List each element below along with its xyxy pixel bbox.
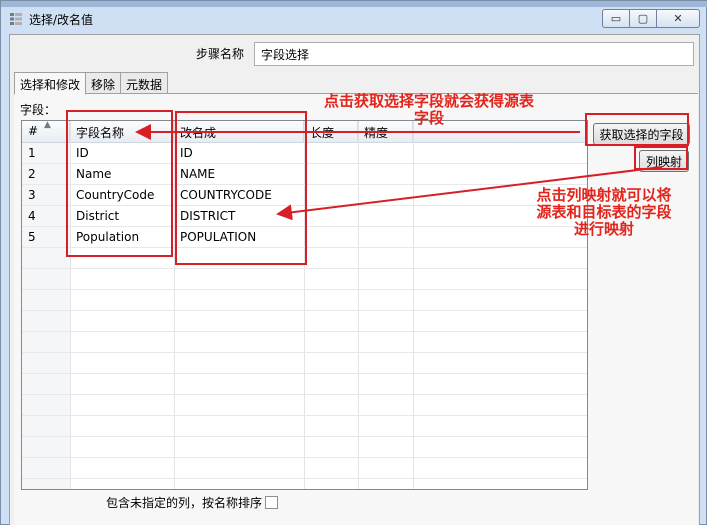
include-unspecified-checkbox[interactable] xyxy=(265,496,279,509)
row-number-cell: 4 xyxy=(28,209,36,223)
fields-table[interactable]: # ▲ 字段名称 改名成 长度 精度 1 ID ID 2 Name NAME 3 Countr… xyxy=(21,120,588,490)
table-row[interactable] xyxy=(22,248,587,269)
table-row[interactable]: 1 ID ID xyxy=(22,143,587,164)
table-row[interactable]: 2 Name NAME xyxy=(22,164,587,185)
window-title: 选择/改名值 xyxy=(29,13,94,27)
step-name-label: 步骤名称 xyxy=(196,47,245,61)
tab-bar: 选择和修改 移除 元数据 xyxy=(14,72,169,95)
table-row[interactable]: 5 Population POPULATION xyxy=(22,227,587,248)
table-row[interactable] xyxy=(22,395,587,416)
get-selected-fields-button[interactable]: 获取选择的字段 xyxy=(593,123,690,145)
table-row[interactable] xyxy=(22,437,587,458)
rename-cell[interactable]: POPULATION xyxy=(174,227,304,248)
dialog-app-icon xyxy=(10,13,22,25)
annotation-text-column-mapping: 点击列映射就可以将 源表和目标表的字段 进行映射 xyxy=(536,186,672,238)
row-number-cell: 2 xyxy=(28,167,36,181)
title-bar: 选择/改名值 ▭ ▢ ✕ xyxy=(1,7,707,31)
field-name-cell[interactable]: Population xyxy=(70,227,174,248)
maximize-button[interactable]: ▢ xyxy=(629,9,657,28)
fields-label: 字段： xyxy=(20,103,57,117)
column-header-rename[interactable]: 改名成 xyxy=(174,121,304,143)
table-row[interactable] xyxy=(22,332,587,353)
field-name-cell[interactable]: District xyxy=(70,206,174,227)
rename-cell[interactable]: ID xyxy=(174,143,304,164)
dialog-window: 选择/改名值 ▭ ▢ ✕ 步骤名称 选择和修改 移除 元数据 字段： # ▲ 字… xyxy=(0,0,707,525)
field-name-cell[interactable]: Name xyxy=(70,164,174,185)
include-unspecified-label: 包含未指定的列，按名称排序 xyxy=(106,496,263,510)
table-row[interactable] xyxy=(22,290,587,311)
column-header-number[interactable]: # ▲ xyxy=(22,121,70,143)
column-header-field-name[interactable]: 字段名称 xyxy=(70,121,174,143)
close-button[interactable]: ✕ xyxy=(656,9,700,28)
table-row[interactable] xyxy=(22,353,587,374)
row-number-cell: 3 xyxy=(28,188,36,202)
column-mapping-button[interactable]: 列映射 xyxy=(639,150,689,172)
field-name-cell[interactable]: CountryCode xyxy=(70,185,174,206)
rename-cell[interactable]: COUNTRYCODE xyxy=(174,185,304,206)
tab-remove[interactable]: 移除 xyxy=(85,72,122,93)
rename-cell[interactable]: DISTRICT xyxy=(174,206,304,227)
table-row[interactable] xyxy=(22,458,587,479)
close-icon: ✕ xyxy=(673,12,683,25)
sort-up-icon: ▲ xyxy=(44,120,51,130)
table-row[interactable] xyxy=(22,374,587,395)
rename-cell[interactable]: NAME xyxy=(174,164,304,185)
table-row[interactable] xyxy=(22,269,587,290)
row-number-cell: 5 xyxy=(28,230,36,244)
window-controls: ▭ ▢ ✕ xyxy=(602,9,700,28)
tab-metadata[interactable]: 元数据 xyxy=(120,72,169,93)
table-row[interactable] xyxy=(22,311,587,332)
include-unspecified-option: 包含未指定的列，按名称排序 xyxy=(106,494,279,511)
step-name-input[interactable] xyxy=(254,42,694,66)
row-number-cell: 1 xyxy=(28,146,36,160)
table-row[interactable] xyxy=(22,416,587,437)
table-row[interactable]: 3 CountryCode COUNTRYCODE xyxy=(22,185,587,206)
field-name-cell[interactable]: ID xyxy=(70,143,174,164)
annotation-text-get-fields: 点击获取选择字段就会获得源表 字段 xyxy=(323,92,534,127)
maximize-icon: ▢ xyxy=(637,12,649,25)
minimize-icon: ▭ xyxy=(610,12,622,25)
tab-select-modify[interactable]: 选择和修改 xyxy=(14,72,87,95)
table-row[interactable]: 4 District DISTRICT xyxy=(22,206,587,227)
minimize-button[interactable]: ▭ xyxy=(602,9,630,28)
